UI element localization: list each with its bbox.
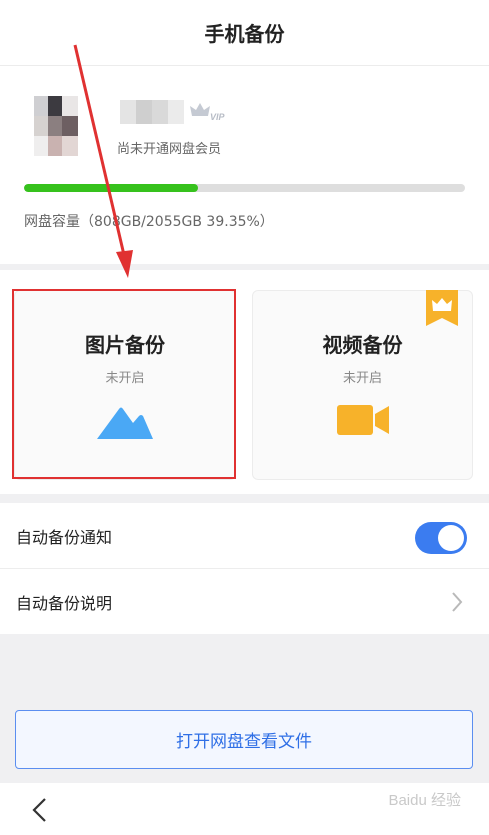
member-status-text[interactable]: 尚未开通网盘会员 xyxy=(117,138,221,157)
auto-notify-label: 自动备份通知 xyxy=(16,527,113,547)
backup-cards-section: 图片备份 未开启 视频备份 未开启 xyxy=(0,270,489,494)
bottom-nav-bar: Baidu 经验 xyxy=(0,783,489,835)
chevron-left-icon[interactable] xyxy=(28,797,52,823)
username-blurred xyxy=(120,100,184,124)
storage-capacity-text: 网盘容量（808GB/2055GB 39.35%） xyxy=(24,214,274,230)
app-header: 手机备份 xyxy=(0,0,489,66)
auto-description-row[interactable]: 自动备份说明 xyxy=(0,569,489,635)
auto-description-label: 自动备份说明 xyxy=(16,594,113,613)
toggle-knob xyxy=(438,525,464,551)
mountain-photo-icon xyxy=(97,407,153,439)
settings-list: 自动备份通知 自动备份说明 xyxy=(0,503,489,634)
auto-notify-row: 自动备份通知 xyxy=(0,503,489,569)
crown-icon xyxy=(426,290,458,326)
video-backup-title: 视频备份 xyxy=(322,333,403,357)
photo-backup-title: 图片备份 xyxy=(85,333,165,357)
profile-section: VIP 尚未开通网盘会员 网盘容量（808GB/2055GB 39.35%） xyxy=(0,66,489,264)
storage-progress-fill xyxy=(24,184,198,192)
photo-backup-status: 未开启 xyxy=(105,371,145,386)
avatar[interactable] xyxy=(34,96,78,156)
video-backup-card[interactable]: 视频备份 未开启 xyxy=(252,290,473,480)
photo-backup-card[interactable]: 图片备份 未开启 xyxy=(14,290,236,480)
video-backup-status: 未开启 xyxy=(342,371,382,386)
baidu-watermark: Baidu 经验 xyxy=(388,792,461,809)
page-title: 手机备份 xyxy=(204,22,285,46)
auto-notify-toggle[interactable] xyxy=(415,522,467,554)
video-camera-icon xyxy=(336,405,389,435)
vip-label: VIP xyxy=(210,112,225,122)
open-netdisk-files-button[interactable]: 打开网盘查看文件 xyxy=(15,710,473,769)
chevron-right-icon xyxy=(452,592,463,612)
storage-progress-bar xyxy=(24,184,465,192)
open-files-label: 打开网盘查看文件 xyxy=(176,732,312,752)
